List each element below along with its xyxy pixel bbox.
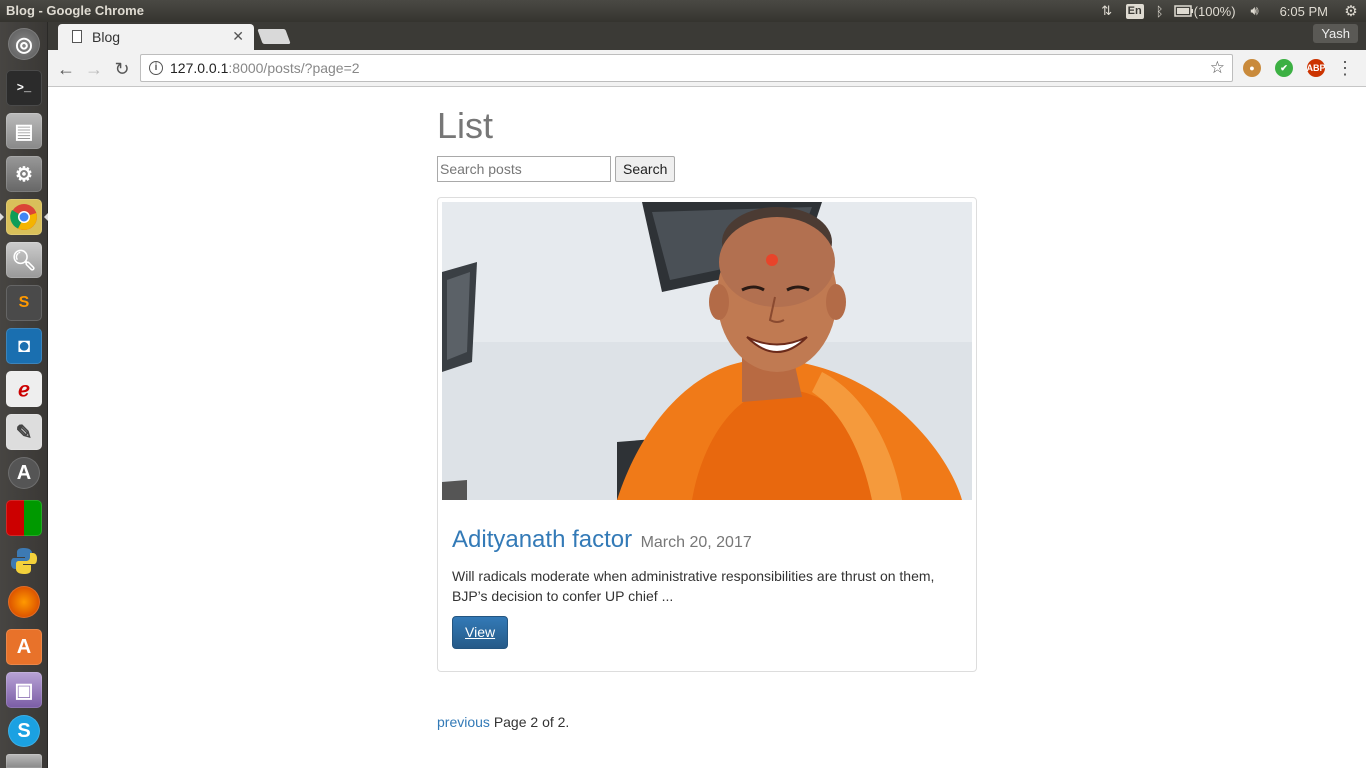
search-button[interactable]: Search: [615, 156, 676, 182]
post-excerpt: Will radicals moderate when administrati…: [452, 568, 935, 604]
drive-icon[interactable]: [6, 754, 42, 768]
sublime-text-icon[interactable]: S: [6, 285, 42, 321]
site-info-icon[interactable]: i: [149, 61, 163, 75]
top-panel: Blog - Google Chrome ⇅ En ᛒ (100%) 🔊︎ 6:…: [0, 0, 1366, 22]
battery-icon: [1173, 5, 1193, 17]
pagination: previous Page 2 of 2.: [437, 714, 569, 730]
workspaces-icon[interactable]: [6, 500, 42, 536]
abp-icon[interactable]: ABP: [1307, 59, 1326, 77]
back-arrow-icon[interactable]: ←: [55, 58, 77, 80]
page-title: List: [437, 105, 494, 146]
check-icon[interactable]: ✔: [1275, 59, 1293, 77]
tab-strip: Blog ✕ Yash: [48, 22, 1366, 50]
screenshot-icon[interactable]: ◘: [6, 328, 42, 364]
chrome-logo: [10, 204, 37, 230]
battery-percentage: (100%): [1193, 3, 1236, 19]
firefox-icon[interactable]: [8, 586, 40, 618]
volume-icon[interactable]: 🔊︎: [1244, 2, 1266, 20]
launcher: ◎ >_ ▤ ⚙ 🔍︎ S ◘ ℯ ✎ A A ▣ S: [0, 22, 48, 768]
url-text[interactable]: 127.0.0.1:8000/posts/?page=2: [170, 60, 360, 76]
network-icon[interactable]: ⇅: [1094, 2, 1120, 20]
terminal-icon[interactable]: >_: [6, 70, 42, 106]
keyboard-layout-indicator[interactable]: En: [1125, 3, 1144, 19]
active-app-indicator: [0, 213, 4, 221]
clock[interactable]: 6:05 PM: [1280, 2, 1328, 20]
profile-button[interactable]: Yash: [1313, 24, 1358, 43]
image-viewer-icon[interactable]: 🔍︎: [6, 242, 42, 278]
page-status: Page 2 of 2.: [493, 714, 570, 730]
forward-arrow-icon[interactable]: →: [83, 58, 105, 80]
view-button[interactable]: View: [452, 616, 509, 649]
address-bar[interactable]: i 127.0.0.1:8000/posts/?page=2 ☆: [140, 54, 1233, 82]
indicator-area: ⇅ En ᛒ (100%) 🔊︎ 6:05 PM ⚙: [1094, 2, 1360, 20]
text-editor-icon[interactable]: ✎: [6, 414, 42, 450]
software-center-icon[interactable]: A: [6, 629, 42, 665]
python-logo: [11, 548, 37, 574]
session-gear-icon[interactable]: ⚙: [1342, 2, 1360, 20]
files-icon[interactable]: ▤: [6, 113, 42, 149]
browser-toolbar: ← → ↻ i 127.0.0.1:8000/posts/?page=2 ☆ ●…: [48, 50, 1366, 87]
dash-icon[interactable]: ◎: [8, 28, 40, 60]
python-icon[interactable]: [6, 543, 42, 579]
search-form: Search: [437, 156, 676, 182]
post-photo: [442, 202, 972, 500]
post-heading: Adityanath factor March 20, 2017: [452, 526, 752, 554]
tab-title: Blog: [92, 29, 121, 45]
cookie-icon[interactable]: ●: [1243, 59, 1261, 77]
chrome-icon[interactable]: [6, 199, 42, 235]
page-icon: [72, 30, 82, 43]
video-icon[interactable]: ▣: [6, 672, 42, 708]
menu-icon[interactable]: ⋮: [1336, 58, 1354, 79]
system-settings-icon[interactable]: ⚙: [6, 156, 42, 192]
post-image: [442, 202, 972, 500]
bluetooth-icon[interactable]: ᛒ: [1150, 2, 1170, 20]
new-tab-button[interactable]: [257, 29, 291, 44]
window-title: Blog - Google Chrome: [6, 3, 144, 18]
reload-icon[interactable]: ↻: [111, 58, 133, 80]
post-title-link[interactable]: Adityanath factor: [452, 526, 632, 553]
post-date: March 20, 2017: [640, 534, 752, 551]
close-tab-icon[interactable]: ✕: [232, 28, 244, 45]
bookmark-star-icon[interactable]: ☆: [1210, 58, 1225, 78]
skype-icon[interactable]: S: [8, 715, 40, 747]
software-updater-icon[interactable]: A: [8, 457, 40, 489]
battery-indicator[interactable]: (100%): [1173, 2, 1236, 20]
document-viewer-icon[interactable]: ℯ: [6, 371, 42, 407]
tab-blog[interactable]: Blog ✕: [58, 24, 254, 50]
previous-link[interactable]: previous: [437, 714, 490, 730]
page-content: List Search posts Search Adityanath fact…: [48, 87, 1366, 768]
search-input[interactable]: [437, 156, 611, 182]
post-card: Adityanath factor March 20, 2017 Will ra…: [437, 197, 977, 672]
